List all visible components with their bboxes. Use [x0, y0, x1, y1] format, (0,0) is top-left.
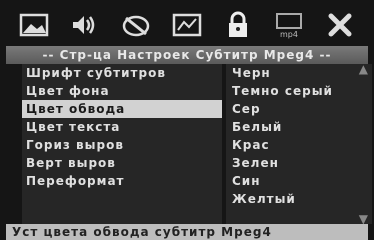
menu-item-outline-color[interactable]: Цвет обвода: [22, 100, 222, 118]
menu-item-vertical-align[interactable]: Верт выров: [22, 154, 222, 172]
subtitle-disc-icon[interactable]: [118, 9, 154, 41]
scroll-up-icon[interactable]: ▲: [359, 62, 368, 76]
option-red[interactable]: Крас: [226, 136, 372, 154]
option-blue[interactable]: Син: [226, 172, 372, 190]
menu-item-font[interactable]: Шрифт субтитров: [22, 64, 222, 82]
settings-menu: Шрифт субтитров Цвет фона Цвет обвода Цв…: [22, 64, 222, 224]
lock-icon[interactable]: [220, 9, 256, 41]
menu-item-reformat[interactable]: Переформат: [22, 172, 222, 190]
video-settings-icon[interactable]: [169, 9, 205, 41]
menu-item-background-color[interactable]: Цвет фона: [22, 82, 222, 100]
status-bar: Уст цвета обвода субтитр Mpeg4: [6, 224, 368, 240]
option-dark-gray[interactable]: Темно серый: [226, 82, 372, 100]
option-yellow[interactable]: Желтый: [226, 190, 372, 208]
audio-icon[interactable]: [67, 9, 103, 41]
menu-item-text-color[interactable]: Цвет текста: [22, 118, 222, 136]
top-icon-bar: mp4: [8, 6, 366, 44]
option-gray[interactable]: Сер: [226, 100, 372, 118]
settings-screen: mp4 -- Стр-ца Настроек Субтитр Mpeg4 -- …: [0, 0, 374, 240]
picture-icon[interactable]: [16, 9, 52, 41]
mp4-icon[interactable]: mp4: [271, 9, 307, 41]
menu-item-horizontal-align[interactable]: Гориз выров: [22, 136, 222, 154]
page-title: -- Стр-ца Настроек Субтитр Mpeg4 --: [6, 46, 368, 64]
option-white[interactable]: Белый: [226, 118, 372, 136]
option-black[interactable]: Черн: [226, 64, 372, 82]
options-list: Черн Темно серый Сер Белый Крас Зелен Си…: [226, 62, 372, 226]
mp4-icon-label: mp4: [280, 30, 298, 39]
option-green[interactable]: Зелен: [226, 154, 372, 172]
close-icon[interactable]: [322, 9, 358, 41]
